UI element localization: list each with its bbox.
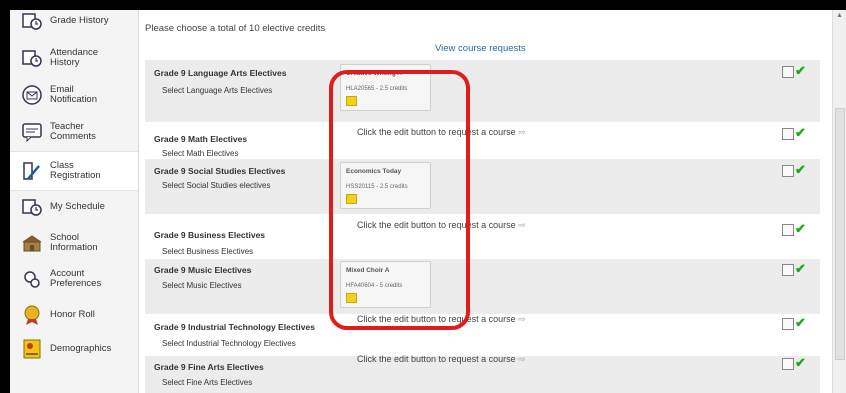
arrow-right-icon: ⇨	[518, 314, 526, 324]
request-prompt: Click the edit button to request a cours…	[357, 314, 526, 324]
course-code: HSS20115 - 2.5 credits	[346, 184, 408, 190]
edit-icon[interactable]	[782, 128, 794, 140]
elective-row-math: Grade 9 Math Electives Select Math Elect…	[145, 122, 820, 159]
attendance-icon	[21, 47, 43, 69]
check-icon: ✔	[795, 125, 806, 140]
registration-icon	[21, 160, 43, 182]
sidebar-item-label: Account Preferences	[50, 268, 102, 289]
honor-roll-icon	[21, 304, 43, 326]
sidebar-item-my-schedule[interactable]: My Schedule	[10, 188, 138, 226]
edit-icon[interactable]	[782, 318, 794, 330]
sidebar-item-label: Attendance History	[50, 47, 99, 68]
view-course-requests-link[interactable]: View course requests	[435, 43, 526, 54]
row-select-label: Select Social Studies electives	[162, 181, 271, 190]
row-title: Grade 9 Math Electives	[154, 134, 248, 144]
sidebar-item-account-preferences[interactable]: Account Preferences	[10, 260, 138, 298]
sidebar: Grade History Attendance History Email N…	[10, 10, 139, 393]
note-icon[interactable]	[346, 194, 357, 204]
main-content: Please choose a total of 10 elective cre…	[139, 10, 830, 393]
sidebar-item-label: School Information	[50, 232, 98, 253]
schedule-icon	[21, 196, 43, 218]
row-title: Grade 9 Social Studies Electives	[154, 166, 286, 176]
row-select-label: Select Fine Arts Electives	[162, 378, 253, 387]
course-name: Mixed Choir A	[346, 267, 390, 274]
sidebar-item-honor-roll[interactable]: Honor Roll	[10, 296, 138, 334]
vertical-scrollbar[interactable]: ▲	[832, 10, 846, 393]
edit-icon[interactable]	[782, 358, 794, 370]
elective-row-social-studies: Grade 9 Social Studies Electives Select …	[145, 159, 820, 214]
edit-icon[interactable]	[782, 66, 794, 78]
elective-row-language-arts: Grade 9 Language Arts Electives Select L…	[145, 60, 820, 122]
demographics-icon	[21, 338, 43, 360]
check-icon: ✔	[795, 315, 806, 330]
elective-row-industrial-technology: Grade 9 Industrial Technology Electives …	[145, 314, 820, 356]
note-icon[interactable]	[346, 293, 357, 303]
course-card[interactable]: Mixed Choir A HFA40604 - 5 credits	[340, 261, 431, 308]
check-icon: ✔	[795, 162, 806, 177]
row-select-label: Select Business Electives	[162, 247, 254, 256]
sidebar-item-grade-history[interactable]: Grade History	[10, 10, 138, 40]
elective-instruction: Please choose a total of 10 elective cre…	[145, 23, 326, 34]
sidebar-item-label: Grade History	[50, 15, 109, 26]
note-icon[interactable]	[346, 96, 357, 106]
sidebar-item-attendance-history[interactable]: Attendance History	[10, 39, 138, 77]
arrow-right-icon: ⇨	[518, 127, 526, 137]
course-card[interactable]: Creative Writing A HLA20565 - 2.5 credit…	[340, 64, 431, 111]
row-title: Grade 9 Music Electives	[154, 265, 252, 275]
grade-history-icon	[21, 10, 43, 32]
row-select-label: Select Language Arts Electives	[162, 86, 273, 95]
row-title: Grade 9 Business Electives	[154, 230, 266, 240]
sidebar-item-class-registration[interactable]: Class Registration	[10, 151, 138, 191]
sidebar-item-label: Teacher Comments	[50, 121, 96, 142]
sidebar-item-label: Honor Roll	[50, 309, 95, 320]
preferences-icon	[21, 268, 43, 290]
edit-icon[interactable]	[782, 264, 794, 276]
edit-icon[interactable]	[782, 224, 794, 236]
row-title: Grade 9 Fine Arts Electives	[154, 362, 264, 372]
request-prompt: Click the edit button to request a cours…	[357, 354, 526, 364]
course-code: HLA20565 - 2.5 credits	[346, 86, 408, 92]
sidebar-item-label: Email Notification	[50, 84, 97, 105]
sidebar-item-label: Demographics	[50, 343, 112, 354]
elective-row-business: Grade 9 Business Electives Select Busine…	[145, 214, 820, 259]
check-icon: ✔	[795, 261, 806, 276]
check-icon: ✔	[795, 221, 806, 236]
elective-row-fine-arts: Grade 9 Fine Arts Electives Select Fine …	[145, 354, 820, 393]
sidebar-item-label: My Schedule	[50, 201, 105, 212]
row-title: Grade 9 Language Arts Electives	[154, 68, 287, 78]
arrow-right-icon: ⇨	[518, 220, 526, 230]
arrow-right-icon: ⇨	[518, 354, 526, 364]
app-frame: Grade History Attendance History Email N…	[10, 10, 846, 393]
edit-icon[interactable]	[782, 165, 794, 177]
elective-row-music: Grade 9 Music Electives Select Music Ele…	[145, 259, 820, 314]
row-select-label: Select Math Electives	[162, 149, 239, 158]
school-icon	[21, 232, 43, 254]
email-icon	[21, 84, 43, 106]
sidebar-item-demographics[interactable]: Demographics	[10, 330, 138, 368]
course-code: HFA40604 - 5 credits	[346, 283, 403, 289]
row-select-label: Select Music Electives	[162, 281, 242, 290]
check-icon: ✔	[795, 63, 806, 78]
request-prompt: Click the edit button to request a cours…	[357, 220, 526, 230]
request-prompt: Click the edit button to request a cours…	[357, 127, 526, 137]
sidebar-item-email-notification[interactable]: Email Notification	[10, 76, 138, 114]
row-select-label: Select Industrial Technology Electives	[162, 339, 296, 348]
sidebar-item-teacher-comments[interactable]: Teacher Comments	[10, 113, 138, 151]
course-card[interactable]: Economics Today HSS20115 - 2.5 credits	[340, 162, 431, 209]
course-name: Creative Writing A	[346, 70, 402, 77]
sidebar-item-school-information[interactable]: School Information	[10, 224, 138, 262]
check-icon: ✔	[795, 355, 806, 370]
scroll-up-icon[interactable]: ▲	[836, 12, 843, 19]
sidebar-item-label: Class Registration	[50, 160, 101, 181]
course-name: Economics Today	[346, 168, 402, 175]
comments-icon	[21, 121, 43, 143]
row-title: Grade 9 Industrial Technology Electives	[154, 322, 315, 332]
scrollbar-thumb[interactable]	[835, 108, 845, 360]
